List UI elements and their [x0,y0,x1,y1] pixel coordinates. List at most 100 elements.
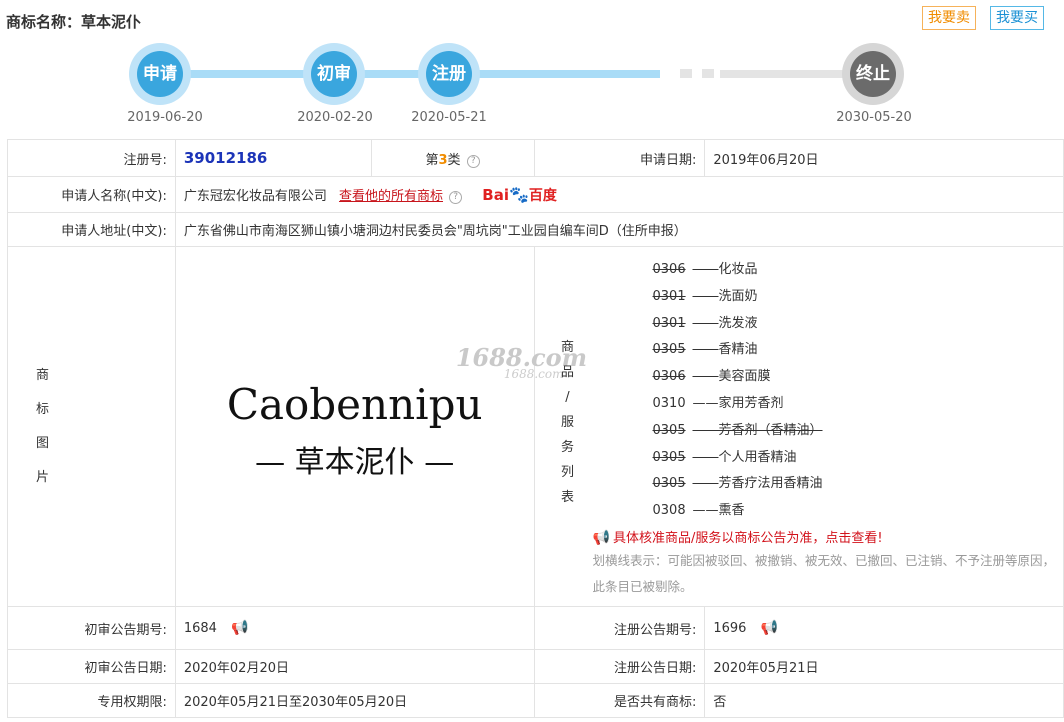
goods-dash: —— [692,315,719,331]
goods-dash: —— [692,342,719,358]
goods-item: 0305 ——芳香疗法用香精油 [653,471,1064,498]
help-icon[interactable]: ? [466,154,480,168]
timeline-date: 2019-06-20 [127,110,203,125]
timeline-date: 2030-05-20 [836,110,912,125]
prelim-date-label: 初审公告日期: [7,649,176,684]
exclusive-label: 专用权期限: [7,683,176,718]
timeline-node-label: 注册 [426,51,472,97]
timeline-node-prelim: 初审 [303,43,365,105]
goods-dash: —— [692,262,719,278]
goods-item: 0305 ——个人用香精油 [653,445,1064,472]
goods-name: 个人用香精油 [718,449,797,465]
shared-value: 否 [704,683,1064,718]
page-title: 商标名称：草本泥仆 [6,13,142,31]
baidu-logo-right: 百度 [528,187,557,204]
class-prefix: 第 [425,152,439,168]
megaphone-icon[interactable]: 📢 [231,620,248,636]
sell-button[interactable]: 我要卖 [922,6,976,30]
goods-label-char: 品 [560,365,574,380]
goods-name: 芳香剂（香精油） [718,422,823,438]
reg-no-value: 39012186 [183,149,268,167]
trademark-info-table: 注册号: 39012186 第3类 ? 申请日期: 2019年06月20日 申请… [7,139,1064,718]
class-cell: 第3类 ? [370,139,535,177]
timeline-node-register: 注册 [418,43,480,105]
logo-label-char: 片 [36,469,50,485]
goods-cell: 商 品 / 服 务 列 表 0306 ——化妆品 0301 ——洗面奶 0301 ——洗发… [533,246,1064,607]
prelim-date-value: 2020年02月20日 [174,649,535,684]
goods-name: 熏香 [718,503,745,519]
apply-date-value: 2019年06月20日 [704,139,1064,177]
goods-notice-text: 具体核准商品/服务以商标公告为准，点击查看! [612,530,883,546]
goods-item: 0310 ——家用芳香剂 [653,391,1064,418]
timeline-node-apply: 申请 [129,43,191,105]
goods-label-char: / [565,390,570,405]
baidu-logo-left: Bai [482,185,509,204]
megaphone-icon: 📢 [592,529,610,546]
goods-dash: —— [692,476,719,492]
timeline-date: 2020-02-20 [297,110,373,125]
goods-code: 0301 [652,315,686,331]
baidu-paw-icon: 🐾 [508,184,529,204]
class-suffix: 类 [447,152,461,168]
apply-date-label: 申请日期: [533,139,706,177]
reg-pub-date-label: 注册公告日期: [533,649,706,684]
goods-code: 0305 [652,476,686,492]
logo-label-char: 标 [36,401,50,417]
exclusive-value: 2020年05月21日至2030年05月20日 [174,683,535,718]
goods-item: 0301 ——洗面奶 [653,284,1064,311]
address-value: 广东省佛山市南海区狮山镇小塘洞边村民委员会"周坑岗"工业园自编车间D（住所申报） [174,212,1064,247]
timeline-gap-dash [702,69,714,78]
goods-dash: —— [692,396,719,411]
megaphone-icon[interactable]: 📢 [761,620,778,636]
goods-dash: —— [692,449,719,465]
goods-code: 0306 [652,369,686,385]
reg-no-label: 注册号: [7,139,176,177]
goods-item: 0301 ——洗发液 [653,311,1064,338]
logo-label-char: 图 [36,435,50,451]
timeline-node-end: 终止 [842,43,904,105]
logo-text-cn: — 草本泥仆 — [255,445,455,480]
goods-code: 0310 [652,396,686,411]
goods-notice-link[interactable]: 📢 具体核准商品/服务以商标公告为准，点击查看! [535,527,1064,546]
timeline-node-label: 申请 [137,51,183,97]
goods-label: 商 品 / 服 务 列 表 [561,335,575,510]
goods-label-char: 服 [560,415,574,430]
logo-text-en: Caobennipu [226,380,483,429]
goods-name: 香精油 [718,342,758,358]
goods-name: 化妆品 [718,262,758,278]
goods-name: 芳香疗法用香精油 [718,476,823,492]
goods-item: 0305 ——香精油 [653,337,1064,364]
timeline-gap-dash [680,69,692,78]
goods-dash: —— [692,288,719,304]
goods-name: 美容面膜 [718,369,771,385]
goods-code: 0301 [652,288,686,304]
goods-item: 0306 ——美容面膜 [653,364,1064,391]
logo-image-cell: Caobennipu — 草本泥仆 — 1688.com 1688.com [174,246,587,607]
logo-label-char: 商 [36,367,50,383]
applicant-all-trademarks-link[interactable]: 查看他的所有商标 [339,189,443,204]
goods-list: 0306 ——化妆品 0301 ——洗面奶 0301 ——洗发液 0305 ——香精油 0306… [535,253,1064,525]
help-icon[interactable]: ? [449,190,463,204]
prelim-no-value: 1684 [183,621,217,636]
goods-item: 0306 ——化妆品 [653,257,1064,284]
shared-label: 是否共有商标: [533,683,706,718]
goods-dash: —— [692,503,719,519]
goods-strike-note: 划横线表示：可能因被驳回、被撤销、被无效、已撤回、已注销、不予注册等原因，此条目… [592,552,1056,594]
goods-dash: —— [692,422,719,438]
goods-label-char: 务 [560,440,574,455]
logo-label: 商 标 图 片 [7,246,176,607]
goods-code: 0306 [652,262,686,278]
class-number: 3 [438,152,448,168]
buy-button[interactable]: 我要买 [990,6,1044,30]
goods-item: 0308 ——熏香 [653,498,1064,525]
goods-dash: —— [692,369,719,385]
reg-pub-no-label: 注册公告期号: [533,606,706,650]
goods-code: 0308 [652,503,686,519]
goods-label-char: 商 [560,340,574,355]
goods-item: 0305 ——芳香剂（香精油） [653,418,1064,445]
reg-pub-date-value: 2020年05月21日 [704,649,1064,684]
goods-name: 家用芳香剂 [718,396,784,411]
timeline-node-label: 终止 [850,51,896,97]
baidu-search-logo[interactable]: Bai🐾百度 [482,185,557,205]
goods-name: 洗面奶 [718,288,758,304]
